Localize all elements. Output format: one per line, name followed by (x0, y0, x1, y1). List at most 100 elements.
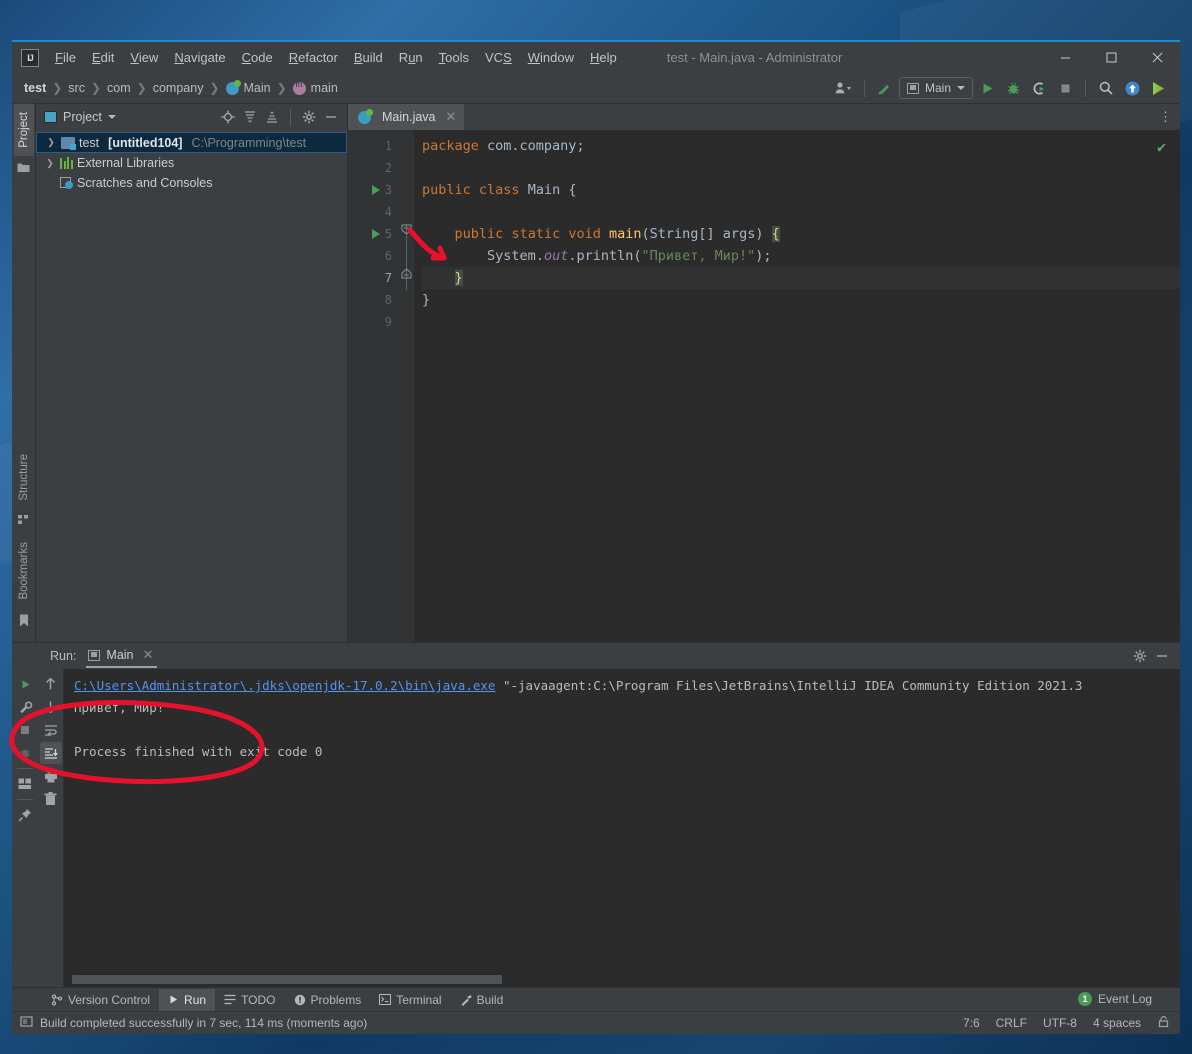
inspection-status-icon[interactable]: ✔ (1157, 138, 1166, 156)
trash-icon[interactable] (40, 788, 62, 810)
chevron-right-icon[interactable]: ❯ (44, 158, 56, 169)
menu-vcs[interactable]: VCS (477, 46, 520, 69)
menu-build[interactable]: Build (346, 46, 391, 69)
console-output[interactable]: C:\Users\Administrator\.jdks\openjdk-17.… (64, 669, 1180, 987)
bottom-tab-terminal[interactable]: Terminal (370, 989, 450, 1011)
collapse-all-icon[interactable] (262, 107, 282, 127)
down-arrow-icon[interactable] (40, 696, 62, 718)
breadcrumb-main[interactable]: Main (225, 79, 271, 95)
lock-icon[interactable] (1157, 1015, 1170, 1031)
stop-button[interactable] (1053, 76, 1077, 100)
editor-tab-main-java[interactable]: Main.java ✕ (348, 104, 465, 130)
menu-navigate[interactable]: Navigate (166, 46, 233, 69)
gutter-line-9[interactable]: 9 (348, 311, 400, 333)
scroll-to-end-icon[interactable] (39, 742, 62, 764)
bookmark-icon[interactable] (19, 614, 29, 630)
run-tab-main[interactable]: Main ✕ (86, 644, 158, 668)
tree-node[interactable]: Scratches and Consoles (36, 173, 347, 193)
run-button[interactable] (975, 76, 999, 100)
menu-tools[interactable]: Tools (431, 46, 477, 69)
user-dropdown-icon[interactable] (832, 76, 856, 100)
gutter-line-3[interactable]: 3 (348, 179, 400, 201)
update-project-icon[interactable] (873, 76, 897, 100)
close-icon[interactable]: ✕ (446, 109, 457, 125)
close-icon[interactable]: ✕ (143, 647, 154, 663)
debug-icon[interactable] (14, 742, 36, 764)
bottom-tab-todo[interactable]: TODO (215, 989, 284, 1011)
maximize-button[interactable] (1088, 42, 1134, 73)
expand-all-icon[interactable] (240, 107, 260, 127)
memory-indicator-icon[interactable] (20, 1015, 33, 1031)
editor-options-icon[interactable]: ⋮ (1159, 110, 1172, 123)
indent-setting[interactable]: 4 spaces (1093, 1016, 1141, 1030)
bottom-tab-run[interactable]: Run (159, 988, 216, 1011)
layout-icon[interactable] (14, 773, 36, 795)
bottom-tab-problems[interactable]: Problems (285, 989, 371, 1011)
ide-features-trainer-icon[interactable] (1146, 76, 1170, 100)
bottom-tab-version-control[interactable]: Version Control (42, 989, 159, 1011)
wrench-icon[interactable] (14, 696, 36, 718)
breadcrumb-com[interactable]: com (107, 81, 131, 95)
java-exe-link[interactable]: C:\Users\Administrator\.jdks\openjdk-17.… (74, 678, 495, 693)
line-separator[interactable]: CRLF (996, 1016, 1027, 1030)
search-icon[interactable] (1094, 76, 1118, 100)
gutter-line-5[interactable]: 5 (348, 223, 400, 245)
debug-button[interactable] (1001, 76, 1025, 100)
breadcrumb-test[interactable]: test (24, 81, 46, 95)
gutter-line-6[interactable]: 6 (348, 245, 400, 267)
editor-gutter[interactable]: 123456789 (348, 130, 400, 642)
fold-end-icon[interactable] (401, 268, 412, 279)
up-arrow-icon[interactable] (40, 673, 62, 695)
menu-code[interactable]: Code (234, 46, 281, 69)
gutter-run-icon[interactable] (372, 185, 380, 195)
chevron-down-icon[interactable] (107, 115, 116, 119)
fold-collapse-icon[interactable] (401, 224, 412, 235)
menu-run[interactable]: Run (391, 46, 431, 69)
push-icon[interactable] (1120, 76, 1144, 100)
event-log-button[interactable]: 1 Event Log (1078, 992, 1152, 1006)
menu-help[interactable]: Help (582, 46, 625, 69)
code-editor[interactable]: 123456789 package com.company; public cl… (348, 130, 1180, 642)
scrollbar-thumb[interactable] (72, 975, 502, 984)
settings-gear-icon[interactable] (1130, 646, 1150, 666)
settings-gear-icon[interactable] (299, 107, 319, 127)
soft-wrap-icon[interactable] (40, 719, 62, 741)
sidebar-tab-structure[interactable]: Structure (14, 446, 34, 509)
project-panel-title-group[interactable]: Project (44, 110, 116, 124)
gutter-line-2[interactable]: 2 (348, 157, 400, 179)
rerun-icon[interactable] (14, 673, 36, 695)
minimize-button[interactable] (1042, 42, 1088, 73)
caret-position[interactable]: 7:6 (963, 1016, 980, 1030)
tree-node[interactable]: ❯ test [untitled104] C:\Programming\test (36, 132, 347, 153)
menu-refactor[interactable]: Refactor (281, 46, 346, 69)
tree-node[interactable]: ❯ External Libraries (36, 153, 347, 173)
locate-icon[interactable] (218, 107, 238, 127)
gutter-line-4[interactable]: 4 (348, 201, 400, 223)
bottom-tab-build[interactable]: Build (451, 989, 513, 1011)
breadcrumb-company[interactable]: company (153, 81, 204, 95)
gutter-line-1[interactable]: 1 (348, 135, 400, 157)
file-encoding[interactable]: UTF-8 (1043, 1016, 1077, 1030)
pin-icon[interactable] (14, 804, 36, 826)
run-configuration-selector[interactable]: Main (898, 77, 973, 99)
menu-file[interactable]: File (47, 46, 84, 69)
breadcrumb-src[interactable]: src (68, 81, 85, 95)
run-with-coverage-button[interactable] (1027, 76, 1051, 100)
hide-panel-icon[interactable] (1152, 646, 1172, 666)
gutter-line-7[interactable]: 7 (348, 267, 400, 289)
stop-icon[interactable] (14, 719, 36, 741)
hide-panel-icon[interactable] (321, 107, 341, 127)
close-button[interactable] (1134, 42, 1180, 73)
menu-window[interactable]: Window (520, 46, 582, 69)
print-icon[interactable] (40, 765, 62, 787)
gutter-run-icon[interactable] (372, 229, 380, 239)
gutter-line-8[interactable]: 8 (348, 289, 400, 311)
folder-icon[interactable] (17, 162, 30, 176)
structure-icon[interactable] (17, 514, 30, 528)
sidebar-tab-bookmarks[interactable]: Bookmarks (14, 534, 34, 608)
menu-edit[interactable]: Edit (84, 46, 122, 69)
console-horizontal-scrollbar[interactable] (64, 974, 1180, 984)
sidebar-tab-project[interactable]: Project (13, 104, 34, 156)
chevron-right-icon[interactable]: ❯ (45, 137, 57, 148)
code-text[interactable]: package com.company; public class Main {… (414, 130, 1180, 642)
